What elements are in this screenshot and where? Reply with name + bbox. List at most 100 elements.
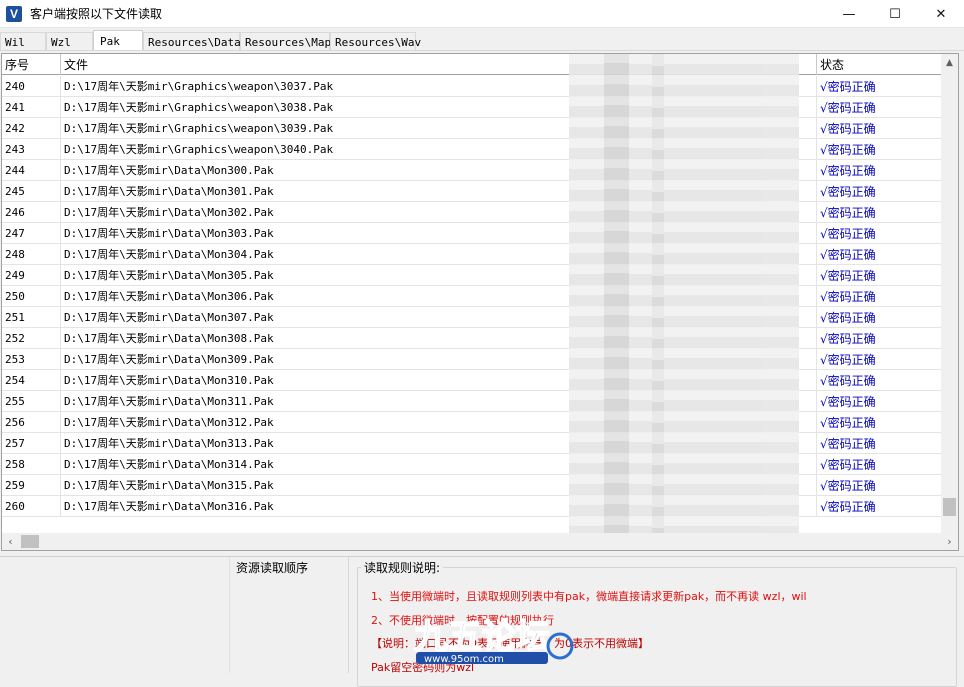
- watermark-text: 九五论坛: [414, 617, 550, 657]
- row-number: 259: [2, 475, 61, 495]
- header-status[interactable]: 状态: [817, 54, 942, 75]
- tab-wil[interactable]: Wil: [0, 32, 46, 51]
- tab-resources-map[interactable]: Resources\Map: [240, 32, 331, 51]
- horizontal-scrollbar[interactable]: ‹ ›: [2, 533, 958, 550]
- row-status: √密码正确: [817, 370, 942, 390]
- row-number: 240: [2, 76, 61, 96]
- scroll-right-icon[interactable]: ›: [941, 533, 958, 550]
- table-row[interactable]: 249 D:\17周年\天影mir\Data\Mon305.Pak √密码正确: [2, 265, 942, 286]
- table-row[interactable]: 253 D:\17周年\天影mir\Data\Mon309.Pak √密码正确: [2, 349, 942, 370]
- table-row[interactable]: 258 D:\17周年\天影mir\Data\Mon314.Pak √密码正确: [2, 454, 942, 475]
- row-status: √密码正确: [817, 139, 942, 159]
- row-status: √密码正确: [817, 391, 942, 411]
- row-number: 243: [2, 139, 61, 159]
- scroll-left-icon[interactable]: ‹: [2, 533, 19, 550]
- row-status: √密码正确: [817, 454, 942, 474]
- table-row[interactable]: 240 D:\17周年\天影mir\Graphics\weapon\3037.Pa…: [2, 76, 942, 97]
- row-number: 248: [2, 244, 61, 264]
- table-row[interactable]: 248 D:\17周年\天影mir\Data\Mon304.Pak √密码正确: [2, 244, 942, 265]
- redacted-area: [569, 54, 799, 550]
- row-status: √密码正确: [817, 265, 942, 285]
- tab-panel-border: [0, 50, 964, 51]
- redacted-block: [652, 54, 664, 550]
- row-number: 244: [2, 160, 61, 180]
- row-status: √密码正确: [817, 181, 942, 201]
- row-status: √密码正确: [817, 244, 942, 264]
- row-status: √密码正确: [817, 97, 942, 117]
- row-status: √密码正确: [817, 307, 942, 327]
- tab-wzl[interactable]: Wzl: [46, 32, 93, 51]
- resource-order-title: 资源读取顺序: [236, 561, 309, 575]
- table-row[interactable]: 246 D:\17周年\天影mir\Data\Mon302.Pak √密码正确: [2, 202, 942, 223]
- window-controls: — ☐ ✕: [826, 0, 964, 28]
- row-status: √密码正确: [817, 76, 942, 96]
- vertical-scrollbar[interactable]: ▲: [941, 54, 958, 534]
- title-bar: V 客户端按照以下文件读取 — ☐ ✕: [0, 0, 964, 28]
- tab-resources-data[interactable]: Resources\Data: [143, 32, 241, 51]
- maximize-button[interactable]: ☐: [872, 0, 918, 28]
- row-number: 256: [2, 412, 61, 432]
- row-number: 257: [2, 433, 61, 453]
- row-number: 245: [2, 181, 61, 201]
- table-row[interactable]: 256 D:\17周年\天影mir\Data\Mon312.Pak √密码正确: [2, 412, 942, 433]
- row-number: 250: [2, 286, 61, 306]
- row-status: √密码正确: [817, 286, 942, 306]
- row-number: 246: [2, 202, 61, 222]
- table-row[interactable]: 242 D:\17周年\天影mir\Graphics\weapon\3039.Pa…: [2, 118, 942, 139]
- panel-divider: [0, 556, 964, 557]
- row-status: √密码正确: [817, 118, 942, 138]
- table-row[interactable]: 259 D:\17周年\天影mir\Data\Mon315.Pak √密码正确: [2, 475, 942, 496]
- tab-pak[interactable]: Pak: [93, 30, 143, 51]
- row-number: 251: [2, 307, 61, 327]
- row-number: 258: [2, 454, 61, 474]
- row-status: √密码正确: [817, 160, 942, 180]
- row-status: √密码正确: [817, 202, 942, 222]
- table-row[interactable]: 243 D:\17周年\天影mir\Graphics\weapon\3040.Pa…: [2, 139, 942, 160]
- row-number: 252: [2, 328, 61, 348]
- rule-line-1: 1、当使用微端时，且读取规则列表中有pak，微端直接请求更新pak，而不再读 w…: [371, 590, 807, 603]
- table-row[interactable]: 241 D:\17周年\天影mir\Graphics\weapon\3038.Pa…: [2, 97, 942, 118]
- forum-watermark-logo: 九五论坛 www.95om.com: [413, 616, 574, 665]
- table-row[interactable]: 247 D:\17周年\天影mir\Data\Mon303.Pak √密码正确: [2, 223, 942, 244]
- row-status: √密码正确: [817, 349, 942, 369]
- vertical-scroll-thumb[interactable]: [943, 498, 956, 516]
- grid-header: 序号 文件 状态: [2, 54, 942, 75]
- row-number: 253: [2, 349, 61, 369]
- row-status: √密码正确: [817, 223, 942, 243]
- row-number: 254: [2, 370, 61, 390]
- row-number: 241: [2, 97, 61, 117]
- tab-resources-wav[interactable]: Resources\Wav: [330, 32, 421, 51]
- grid-rows: 240 D:\17周年\天影mir\Graphics\weapon\3037.Pa…: [2, 76, 942, 517]
- horizontal-scroll-thumb[interactable]: [21, 535, 39, 548]
- table-row[interactable]: 257 D:\17周年\天影mir\Data\Mon313.Pak √密码正确: [2, 433, 942, 454]
- scroll-up-icon[interactable]: ▲: [941, 54, 958, 71]
- row-status: √密码正确: [817, 328, 942, 348]
- row-status: √密码正确: [817, 475, 942, 495]
- table-row[interactable]: 255 D:\17周年\天影mir\Data\Mon311.Pak √密码正确: [2, 391, 942, 412]
- table-row[interactable]: 251 D:\17周年\天影mir\Data\Mon307.Pak √密码正确: [2, 307, 942, 328]
- row-number: 242: [2, 118, 61, 138]
- table-row[interactable]: 245 D:\17周年\天影mir\Data\Mon301.Pak √密码正确: [2, 181, 942, 202]
- header-no[interactable]: 序号: [2, 54, 61, 75]
- table-row[interactable]: 244 D:\17周年\天影mir\Data\Mon300.Pak √密码正确: [2, 160, 942, 181]
- app-icon: V: [6, 5, 22, 22]
- table-row[interactable]: 260 D:\17周年\天影mir\Data\Mon316.Pak √密码正确: [2, 496, 942, 517]
- table-row[interactable]: 254 D:\17周年\天影mir\Data\Mon310.Pak √密码正确: [2, 370, 942, 391]
- table-row[interactable]: 252 D:\17周年\天影mir\Data\Mon308.Pak √密码正确: [2, 328, 942, 349]
- watermark-url: www.95om.com: [424, 654, 504, 665]
- minimize-button[interactable]: —: [826, 0, 872, 28]
- table-row[interactable]: 250 D:\17周年\天影mir\Data\Mon306.Pak √密码正确: [2, 286, 942, 307]
- file-grid[interactable]: 序号 文件 状态 240 D:\17周年\天影mir\Graphics\weapo…: [1, 53, 959, 551]
- row-status: √密码正确: [817, 496, 942, 516]
- tab-bar: Wil Wzl Pak Resources\Data Resources\Map…: [0, 30, 421, 51]
- rules-title: 读取规则说明:: [361, 559, 444, 576]
- row-number: 247: [2, 223, 61, 243]
- row-status: √密码正确: [817, 412, 942, 432]
- redacted-block: [604, 54, 629, 550]
- row-number: 249: [2, 265, 61, 285]
- row-status: √密码正确: [817, 433, 942, 453]
- row-number: 260: [2, 496, 61, 516]
- window-title: 客户端按照以下文件读取: [30, 7, 163, 21]
- row-number: 255: [2, 391, 61, 411]
- close-button[interactable]: ✕: [918, 0, 964, 28]
